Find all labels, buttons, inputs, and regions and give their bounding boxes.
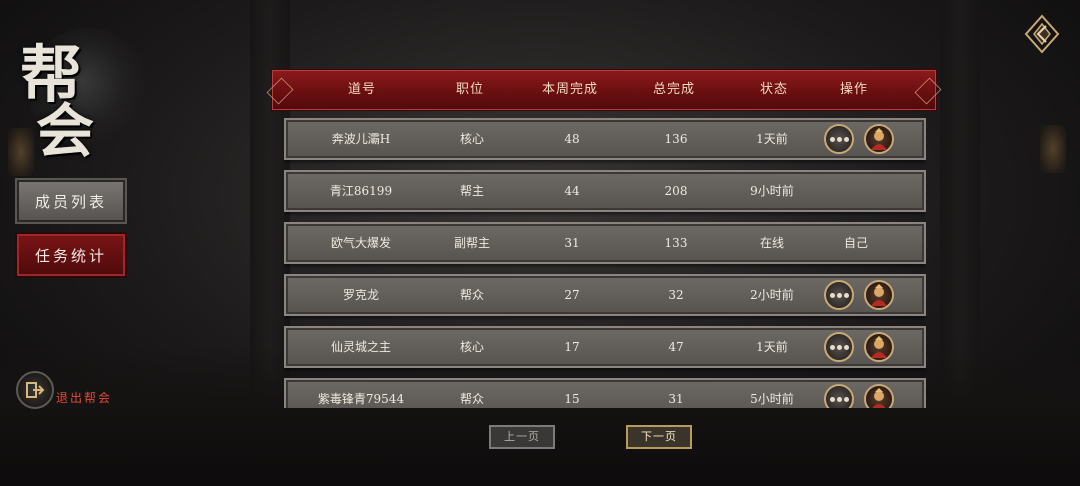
member-weekly: 48 (564, 132, 580, 146)
member-total: 31 (668, 392, 684, 406)
dot (837, 137, 842, 142)
avatar-icon (871, 336, 887, 358)
member-status: 1天前 (756, 132, 788, 146)
header-total: 总完成 (652, 82, 695, 97)
member-avatar-button[interactable] (864, 332, 894, 362)
member-status: 在线 (759, 236, 784, 250)
table-row: 奔波儿灞H 核心 48 136 1天前 (284, 118, 926, 160)
dot (844, 137, 849, 142)
dot (844, 293, 849, 298)
member-name: 奔波儿灞H (331, 132, 391, 146)
member-status: 2小时前 (750, 288, 794, 302)
table-row: 罗克龙 帮众 27 32 2小时前 (284, 274, 926, 316)
more-options-button[interactable] (824, 280, 854, 310)
header-weekly: 本周完成 (541, 82, 598, 97)
exit-icon[interactable] (16, 371, 54, 409)
member-avatar-button[interactable] (864, 384, 894, 408)
member-name: 仙灵城之主 (330, 340, 391, 354)
more-options-button[interactable] (824, 384, 854, 408)
member-role: 帮众 (459, 392, 484, 406)
member-name: 欧气大爆发 (330, 236, 391, 250)
background-lamp (1040, 125, 1066, 173)
dot (830, 345, 835, 350)
member-total: 47 (668, 340, 684, 354)
member-name: 青江86199 (329, 184, 393, 198)
prev-page-button[interactable]: 上一页 (489, 425, 555, 449)
member-status: 5小时前 (750, 392, 794, 406)
member-weekly: 44 (564, 184, 580, 198)
member-status: 9小时前 (750, 184, 794, 198)
dot (830, 137, 835, 142)
member-name: 紫毒锋青79544 (317, 392, 405, 406)
table-row: 青江86199 帮主 44 208 9小时前 (284, 170, 926, 212)
header-role: 职位 (455, 82, 484, 97)
member-weekly: 31 (564, 236, 580, 250)
member-status: 1天前 (756, 340, 788, 354)
header-name: 道号 (347, 82, 376, 97)
dot (830, 293, 835, 298)
dot (844, 397, 849, 402)
member-weekly: 27 (564, 288, 580, 302)
dot (837, 397, 842, 402)
member-self-label: 自己 (843, 236, 868, 250)
member-role: 核心 (459, 132, 484, 146)
more-options-button[interactable] (824, 332, 854, 362)
table-row: 紫毒锋青79544 帮众 15 31 5小时前 (284, 378, 926, 408)
more-options-button[interactable] (824, 124, 854, 154)
dot (844, 345, 849, 350)
dot (837, 293, 842, 298)
member-role: 核心 (459, 340, 484, 354)
member-total: 32 (668, 288, 684, 302)
table-row: 仙灵城之主 核心 17 47 1天前 (284, 326, 926, 368)
member-weekly: 15 (564, 392, 580, 406)
exit-guild-button[interactable]: 退出帮会 (16, 371, 136, 411)
guild-title-char-2: 会 (36, 97, 95, 165)
members-list-tab[interactable]: 成员列表 (15, 178, 127, 224)
guild-title-logo: 帮 会 (8, 10, 148, 165)
row-actions (822, 280, 902, 312)
task-stats-tab[interactable]: 任务统计 (15, 232, 127, 278)
member-total: 136 (664, 132, 688, 146)
header-status: 状态 (759, 82, 788, 97)
back-diamond-icon[interactable] (1022, 12, 1062, 56)
row-actions (822, 332, 902, 364)
member-name: 罗克龙 (342, 288, 379, 302)
member-list[interactable]: 奔波儿灞H 核心 48 136 1天前 青江86199 帮主 44 208 9小… (284, 118, 926, 408)
member-total: 208 (664, 184, 688, 198)
header-action: 操作 (839, 82, 868, 97)
row-actions (822, 384, 902, 408)
member-role: 副帮主 (453, 236, 490, 250)
dot (830, 397, 835, 402)
table-row: 欧气大爆发 副帮主 31 133 在线 自己 (284, 222, 926, 264)
member-avatar-button[interactable] (864, 124, 894, 154)
avatar-icon (872, 388, 886, 408)
row-actions (822, 124, 902, 156)
avatar-icon (871, 284, 887, 306)
member-weekly: 17 (564, 340, 580, 354)
exit-guild-label[interactable]: 退出帮会 (56, 389, 112, 406)
member-role: 帮主 (459, 184, 484, 198)
member-role: 帮众 (459, 288, 484, 302)
table-header: 道号 职位 本周完成 总完成 状态 操作 (272, 70, 936, 110)
dot (837, 345, 842, 350)
avatar-icon (871, 128, 887, 150)
member-avatar-button[interactable] (864, 280, 894, 310)
next-page-button[interactable]: 下一页 (626, 425, 692, 449)
member-total: 133 (664, 236, 688, 250)
